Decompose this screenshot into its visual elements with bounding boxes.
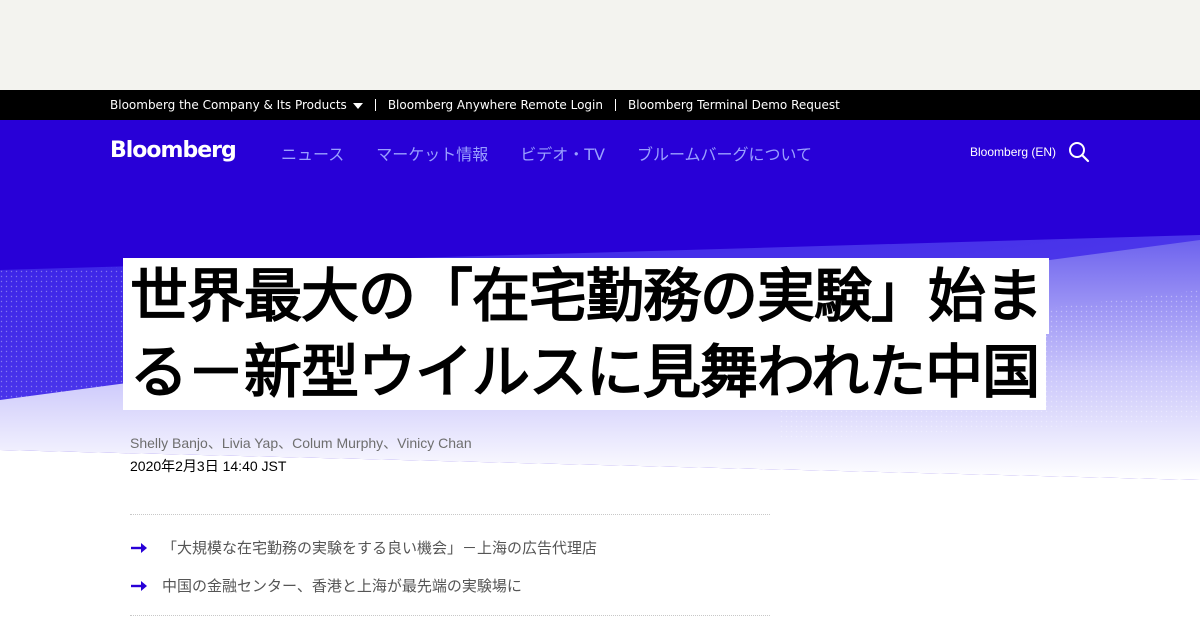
article-headline: 世界最大の「在宅勤務の実験」始ま る－新型ウイルスに見舞われた中国: [123, 258, 1050, 410]
main-nav: ニュース マーケット情報 ビデオ・TV ブルームバーグについて: [281, 141, 812, 165]
company-products-link[interactable]: Bloomberg the Company & Its Products: [110, 98, 363, 112]
divider: [374, 99, 376, 111]
related-link[interactable]: 「大規模な在宅勤務の実験をする良い機会」－上海の広告代理店: [162, 537, 597, 558]
divider: [130, 615, 770, 616]
edition-switch-link[interactable]: Bloomberg (EN): [970, 145, 1056, 159]
related-links: 「大規模な在宅勤務の実験をする良い機会」－上海の広告代理店 中国の金融センター、…: [130, 514, 770, 616]
bloomberg-logo[interactable]: Bloomberg: [110, 138, 237, 163]
related-link-item[interactable]: 「大規模な在宅勤務の実験をする良い機会」－上海の広告代理店: [130, 537, 597, 558]
headline-line: 世界最大の「在宅勤務の実験」始ま: [123, 258, 1050, 334]
nav-item-markets[interactable]: マーケット情報: [376, 141, 488, 165]
corporate-bar: Bloomberg the Company & Its Products Blo…: [0, 90, 1200, 120]
nav-item-video-tv[interactable]: ビデオ・TV: [520, 141, 605, 165]
related-link[interactable]: 中国の金融センター、香港と上海が最先端の実験場に: [162, 575, 522, 596]
headline-line: る－新型ウイルスに見舞われた中国: [123, 334, 1047, 410]
arrow-right-icon: [131, 580, 147, 591]
caret-down-icon: [352, 102, 363, 109]
arrow-right-icon: [131, 542, 147, 553]
divider: [614, 99, 616, 111]
search-button[interactable]: [1068, 141, 1090, 163]
article-timestamp: 2020年2月3日 14:40 JST: [130, 458, 287, 474]
article-authors[interactable]: Shelly Banjo、Livia Yap、Colum Murphy、Vini…: [130, 433, 472, 453]
nav-item-news[interactable]: ニュース: [281, 141, 344, 165]
search-icon: [1069, 142, 1090, 163]
terminal-demo-request-link[interactable]: Bloomberg Terminal Demo Request: [628, 98, 840, 112]
related-link-item[interactable]: 中国の金融センター、香港と上海が最先端の実験場に: [130, 575, 522, 596]
nav-item-about[interactable]: ブルームバーグについて: [637, 141, 812, 165]
anywhere-remote-login-link[interactable]: Bloomberg Anywhere Remote Login: [388, 98, 603, 112]
ad-slot: [0, 0, 1200, 90]
company-products-label: Bloomberg the Company & Its Products: [110, 98, 347, 112]
